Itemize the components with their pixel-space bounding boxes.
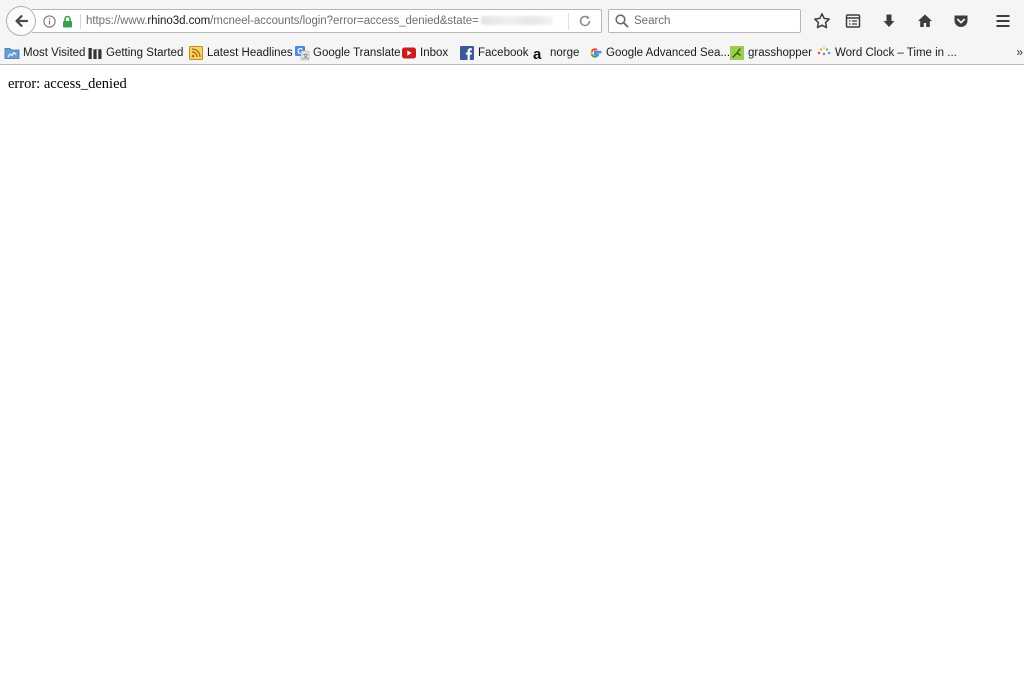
address-bar[interactable]: https://www.rhino3d.com/mcneel-accounts/… <box>32 9 602 33</box>
svg-text:文: 文 <box>303 53 309 61</box>
bookmark-label: grasshopper <box>748 47 812 59</box>
bookmarks-overflow-button[interactable]: » <box>1016 45 1023 59</box>
back-arrow-icon <box>15 15 29 27</box>
pocket-icon <box>954 15 968 27</box>
grasshopper-icon <box>729 45 745 61</box>
hamburger-menu-icon <box>996 15 1010 27</box>
folder-icon <box>4 45 20 61</box>
url-path: /mcneel-accounts/login?error=access_deni… <box>210 15 479 27</box>
home-button[interactable] <box>913 9 937 33</box>
bookmark-label: Getting Started <box>106 47 184 59</box>
bookmark-getting-started[interactable]: Getting Started <box>87 45 183 61</box>
search-bar[interactable]: Search <box>608 9 801 33</box>
a-logo-icon: a <box>531 45 547 61</box>
reload-icon <box>579 15 591 27</box>
bookmark-label: Google Advanced Sea... <box>606 47 731 59</box>
facebook-icon <box>459 45 475 61</box>
error-message: error: access_denied <box>8 76 127 92</box>
page-content: error: access_denied <box>0 66 1024 681</box>
navigation-toolbar: https://www.rhino3d.com/mcneel-accounts/… <box>0 0 1024 41</box>
bookmarks-list-icon <box>845 14 861 28</box>
download-arrow-icon <box>883 14 895 27</box>
google-icon <box>587 45 603 61</box>
bookmark-most-visited[interactable]: Most Visited <box>4 45 85 61</box>
bookmark-word-clock[interactable]: Word Clock – Time in ... <box>816 45 957 61</box>
url-prefix: https://www. <box>86 15 148 27</box>
star-icon <box>814 13 830 29</box>
bookmark-google-advanced-search[interactable]: Google Advanced Sea... <box>587 45 730 61</box>
search-icon <box>615 14 629 28</box>
bookmark-label: Inbox <box>420 47 449 59</box>
bookmark-star-button[interactable] <box>810 9 834 33</box>
bookmark-label: norge <box>550 47 580 59</box>
bookmarks-menu-button[interactable] <box>841 9 865 33</box>
downloads-button[interactable] <box>877 9 901 33</box>
site-info-icon[interactable] <box>42 14 56 28</box>
url-separator <box>80 14 81 29</box>
bookmark-label: Facebook <box>478 47 529 59</box>
reload-separator <box>568 13 569 30</box>
google-translate-icon: G 文 <box>294 45 310 61</box>
pocket-button[interactable] <box>949 9 973 33</box>
redacted-state-value <box>480 16 553 26</box>
hamburger-menu-button[interactable] <box>991 9 1015 33</box>
bookmark-label: Google Translate <box>313 47 401 59</box>
word-clock-icon <box>816 45 832 61</box>
m-logo-icon <box>87 45 103 61</box>
youtube-icon <box>401 45 417 61</box>
rss-icon <box>188 45 204 61</box>
bookmark-facebook[interactable]: Facebook <box>459 45 529 61</box>
bookmark-grasshopper[interactable]: grasshopper <box>729 45 812 61</box>
bookmark-norge[interactable]: a norge <box>531 45 579 61</box>
search-placeholder: Search <box>634 15 671 27</box>
bookmark-google-translate[interactable]: G 文 Google Translate <box>294 45 401 61</box>
back-button[interactable] <box>6 6 36 36</box>
bookmarks-toolbar: Most Visited Getting Started Latest Head… <box>0 41 1024 65</box>
reload-button[interactable] <box>577 13 593 29</box>
bookmark-latest-headlines[interactable]: Latest Headlines <box>188 45 293 61</box>
url-host: rhino3d.com <box>147 15 211 27</box>
secure-lock-icon[interactable] <box>61 14 73 28</box>
bookmark-label: Most Visited <box>23 47 86 59</box>
url-text[interactable]: https://www.rhino3d.com/mcneel-accounts/… <box>86 14 553 28</box>
bookmark-label: Latest Headlines <box>207 47 293 59</box>
svg-text:a: a <box>533 46 542 61</box>
home-icon <box>918 14 932 27</box>
bookmark-label: Word Clock – Time in ... <box>835 47 957 59</box>
bookmark-inbox[interactable]: Inbox <box>401 45 448 61</box>
